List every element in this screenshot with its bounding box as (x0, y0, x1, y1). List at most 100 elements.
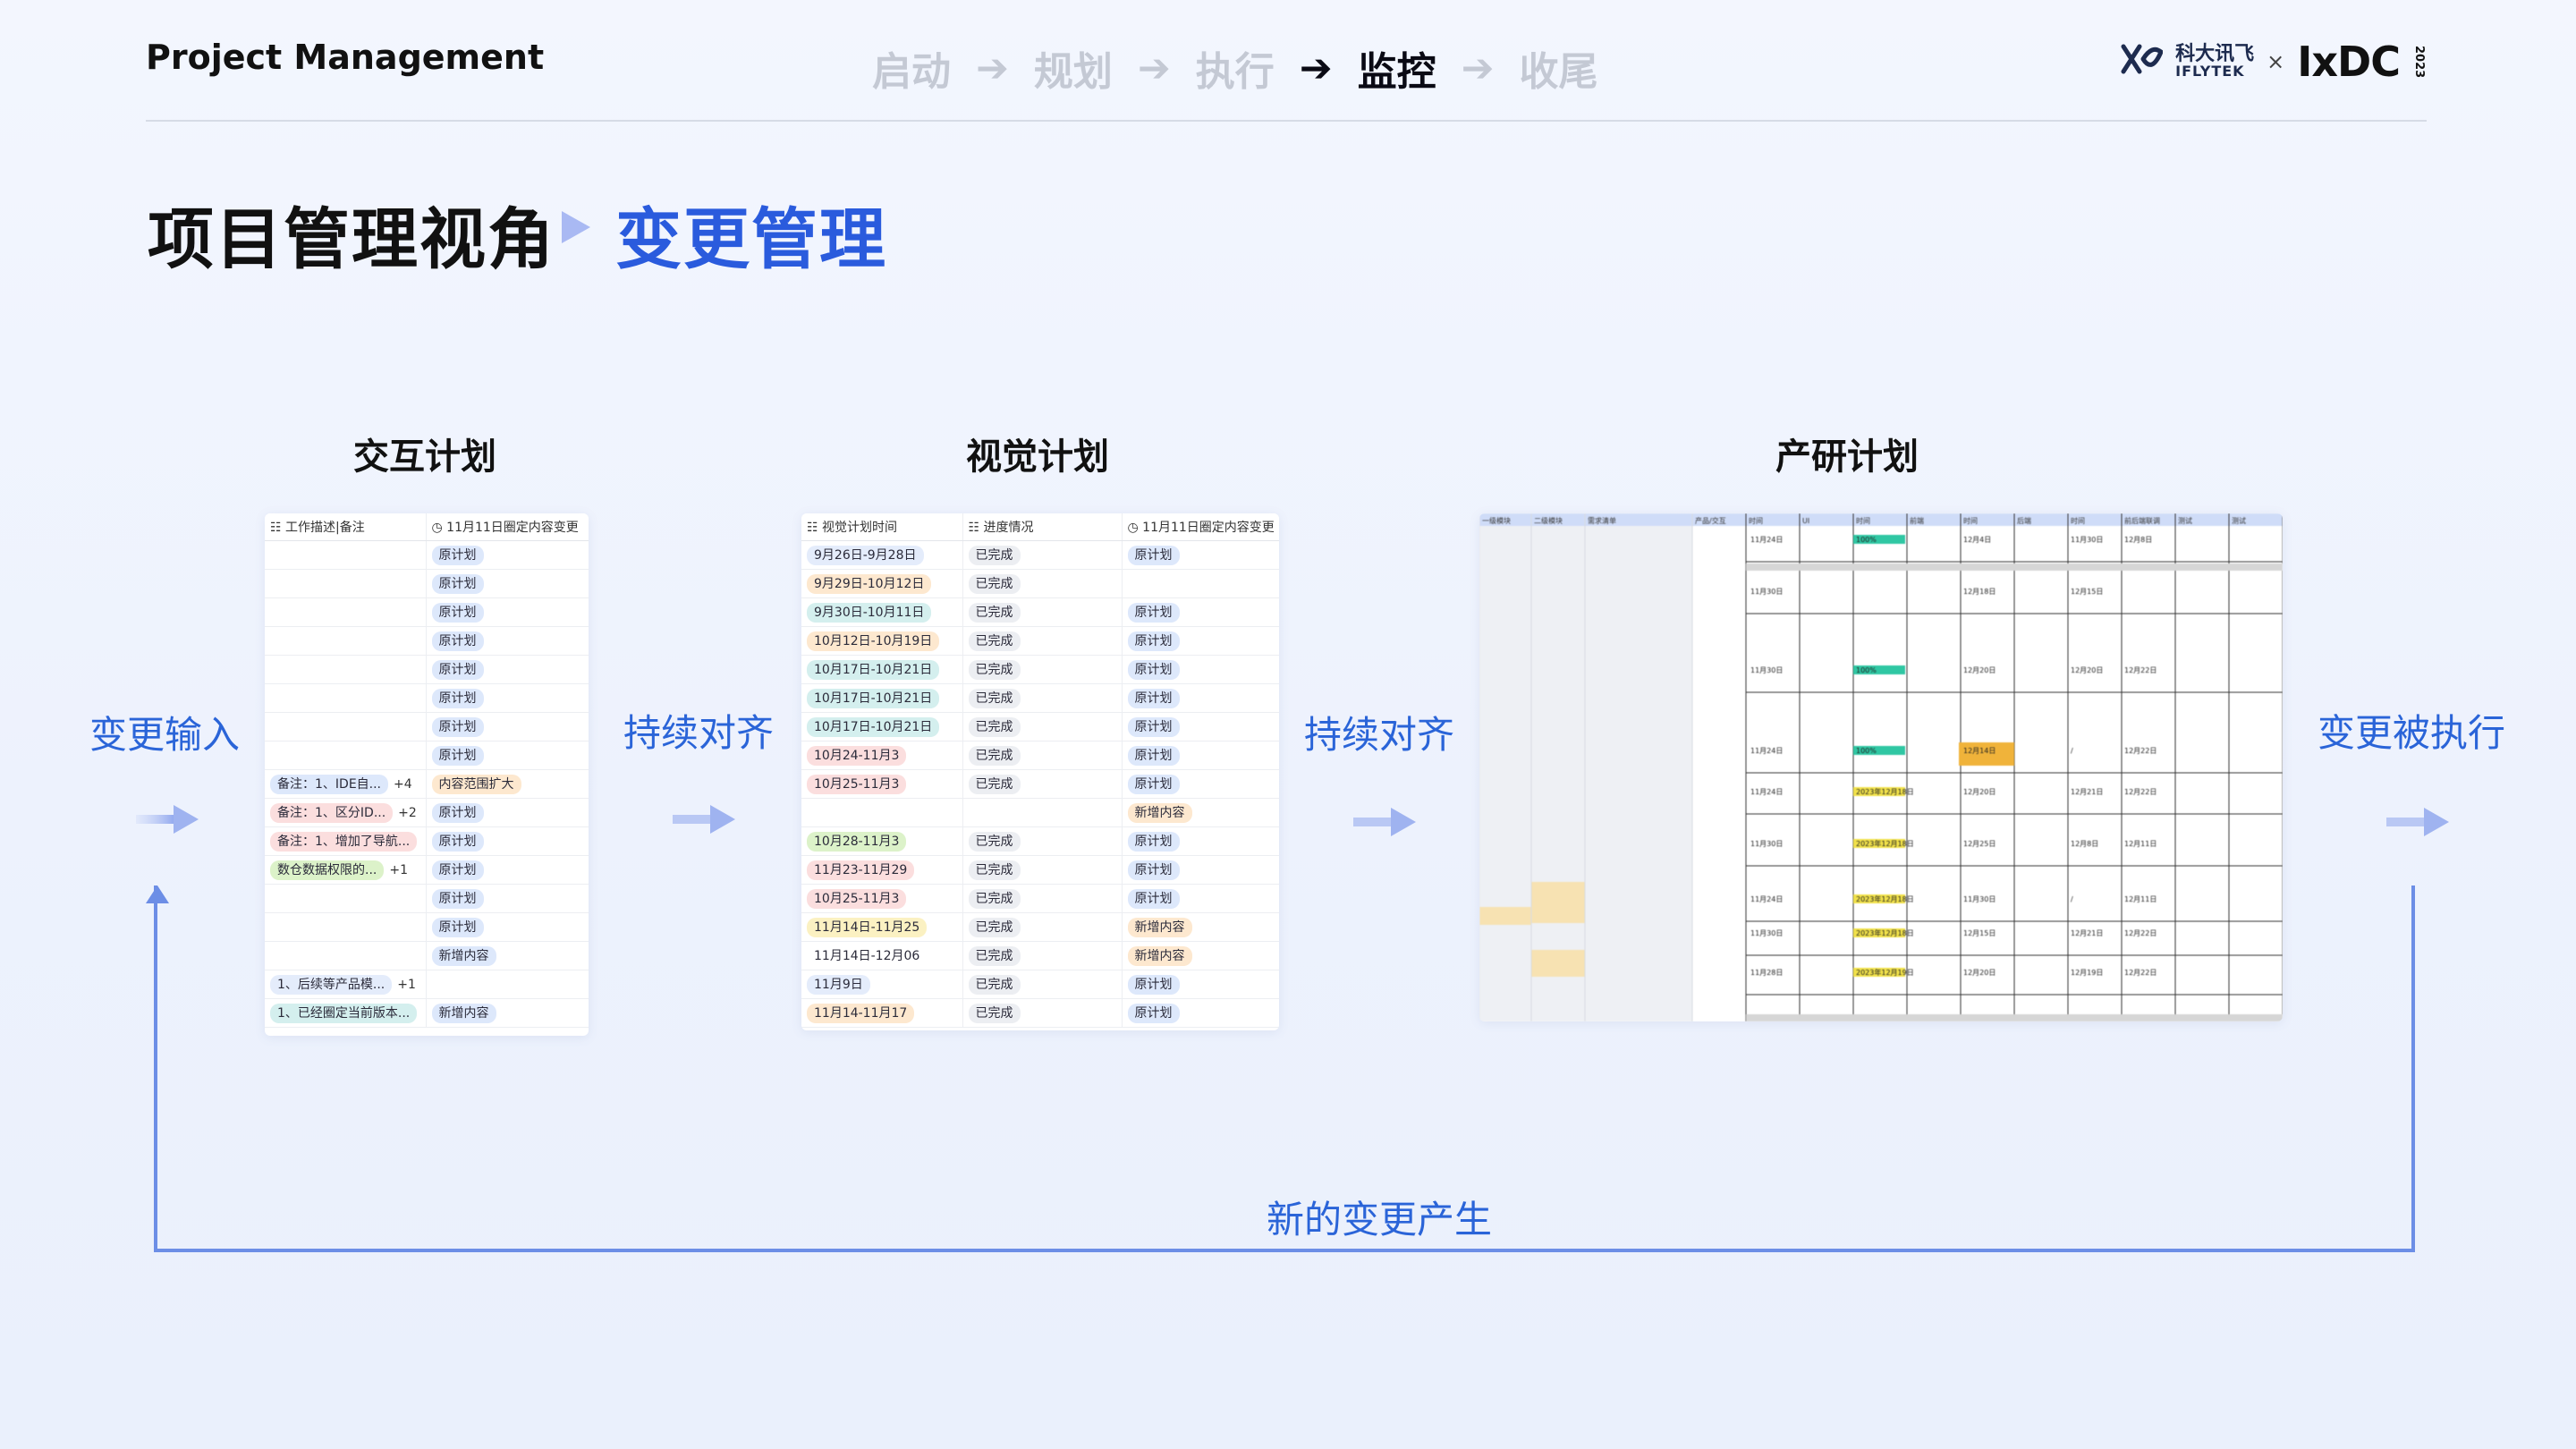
status-tag: 已完成 (968, 573, 1021, 594)
status-tag: 已完成 (968, 860, 1021, 880)
flow-align-2: 持续对齐 (1304, 713, 1455, 757)
note-cell (265, 683, 427, 713)
flow-arrow-icon (2386, 808, 2449, 836)
table-row: 原计划 (265, 626, 589, 656)
status-tag: 已完成 (968, 688, 1021, 708)
time-tag: 10月24-11月3 (807, 745, 907, 766)
sheet-cell-text: / (2071, 747, 2073, 755)
time-tag: 10月17日-10月21日 (807, 688, 940, 708)
more-count: +4 (394, 776, 412, 792)
sheet-header-label: 产品/交互 (1695, 516, 1726, 525)
phase-nav: 启动 ➔ 规划 ➔ 执行 ➔ 监控 ➔ 收尾 (872, 39, 1598, 97)
col-header-change: ◷ 11月11日圈定内容变更 (1122, 513, 1279, 541)
sheet-cell-text: 11月24日 (1750, 747, 1783, 755)
sheet-header-label: 测试 (2178, 516, 2192, 525)
change-cell: 原计划 (1122, 826, 1279, 856)
change-cell: 原计划 (426, 741, 589, 770)
change-cell: 原计划 (426, 597, 589, 627)
note-cell (265, 540, 427, 570)
status-tag: 已完成 (968, 659, 1021, 680)
sheet-cell-text: 12月21日 (2071, 788, 2103, 796)
status-cell: 已完成 (962, 769, 1123, 799)
status-cell: 已完成 (962, 741, 1123, 770)
change-cell: 原计划 (426, 855, 589, 885)
change-tag: 原计划 (1127, 688, 1180, 708)
table-row: 10月24-11月3 已完成 原计划 (801, 741, 1279, 770)
ixdc-year: 2023 (2412, 45, 2426, 79)
sheet-cell-text: 12月8日 (2071, 840, 2098, 848)
time-cell: 10月24-11月3 (801, 741, 963, 770)
change-cell (1122, 569, 1279, 598)
change-cell: 原计划 (1122, 855, 1279, 885)
sheet-header-label: 一级模块 (1482, 516, 1511, 525)
phase-close: 收尾 (1519, 49, 1598, 95)
page-title: 项目管理视角 (148, 201, 555, 278)
time-tag: 9月29日-10月12日 (807, 573, 932, 594)
status-cell: 已完成 (962, 540, 1123, 570)
change-tag: 原计划 (431, 602, 484, 623)
phase-execute: 执行 (1195, 49, 1275, 95)
sheet-cell-text: 12月22日 (2124, 666, 2157, 674)
change-tag: 原计划 (1127, 745, 1180, 766)
more-count: +2 (398, 805, 417, 820)
status-tag: 已完成 (968, 545, 1021, 565)
table-row: 10月17日-10月21日 已完成 原计划 (801, 712, 1279, 741)
note-tag: 数仓数据权限的... (270, 860, 385, 880)
flow-align-1: 持续对齐 (623, 711, 775, 755)
table-row: 10月25-11月3 已完成 原计划 (801, 769, 1279, 799)
change-tag: 内容范围扩大 (431, 774, 521, 794)
sheet-cell-text: 11月30日 (1750, 588, 1783, 596)
status-tag: 已完成 (968, 631, 1021, 651)
sheet-header-label: 前后端联调 (2124, 516, 2160, 525)
change-cell: 原计划 (1122, 540, 1279, 570)
sheet-header-label: 需求清单 (1588, 516, 1616, 525)
note-cell: 备注：1、增加了导航... (265, 826, 427, 856)
change-cell: 原计划 (1122, 626, 1279, 656)
clock-icon: ◷ (431, 521, 447, 535)
table-row: 9月29日-10月12日 已完成 (801, 569, 1279, 598)
change-cell: 原计划 (426, 626, 589, 656)
flow-arrow-icon (673, 805, 735, 834)
sheet-cell-text: 100% (1856, 536, 1877, 544)
time-tag: 10月12日-10月19日 (807, 631, 940, 651)
change-tag: 原计划 (431, 831, 484, 852)
change-cell: 原计划 (1122, 712, 1279, 741)
sheet-cell-text: 12月25日 (1963, 840, 1996, 848)
change-tag: 原计划 (1127, 631, 1180, 651)
col-header-status: ☷ 进度情况 (962, 513, 1123, 541)
flow-change-executed: 变更被执行 (2318, 711, 2506, 755)
sheet-cell-text: 12月8日 (2124, 536, 2152, 544)
ixdc-logo: IxDC (2297, 38, 2401, 86)
more-count: +1 (389, 862, 408, 877)
sheet-header-label: 测试 (2232, 516, 2246, 525)
note-cell: 数仓数据权限的... +1 (265, 855, 427, 885)
sheet-cell-text: 12月22日 (2124, 788, 2157, 796)
table-row: 9月30日-10月11日 已完成 原计划 (801, 597, 1279, 627)
status-tag: 已完成 (968, 831, 1021, 852)
flow-arrow-icon (136, 805, 199, 834)
table-row: 备注：1、IDE自... +4 内容范围扩大 (265, 769, 589, 799)
section-interaction-title: 交互计划 (353, 436, 496, 478)
sheet-cell-text: 12月15日 (2071, 588, 2103, 596)
flow-new-change: 新的变更产生 (1267, 1198, 1493, 1241)
sheet-header-label: 时间 (1856, 516, 1870, 525)
change-cell: 新增内容 (1122, 798, 1279, 827)
sheet-cell-text: 100% (1856, 666, 1877, 674)
status-tag: 已完成 (968, 774, 1021, 794)
note-cell (265, 597, 427, 627)
change-cell: 原计划 (1122, 741, 1279, 770)
table-row: 9月26日-9月28日 已完成 原计划 (801, 540, 1279, 570)
sheet-cell-text: 12月18日 (1963, 588, 1996, 596)
change-cell: 原计划 (1122, 769, 1279, 799)
flow-change-input: 变更输入 (89, 713, 241, 757)
phase-monitor: 监控 (1357, 49, 1436, 95)
col-header-note: ☷ 工作描述|备注 (265, 513, 427, 541)
sheet-cell-text: 12月20日 (1963, 666, 1996, 674)
sheet-header-label: 时间 (1963, 516, 1978, 525)
note-cell (265, 626, 427, 656)
note-cell (265, 655, 427, 684)
change-cell: 原计划 (426, 655, 589, 684)
time-cell: 9月30日-10月11日 (801, 597, 963, 627)
status-cell: 已完成 (962, 597, 1123, 627)
time-tag: 9月26日-9月28日 (807, 545, 924, 565)
